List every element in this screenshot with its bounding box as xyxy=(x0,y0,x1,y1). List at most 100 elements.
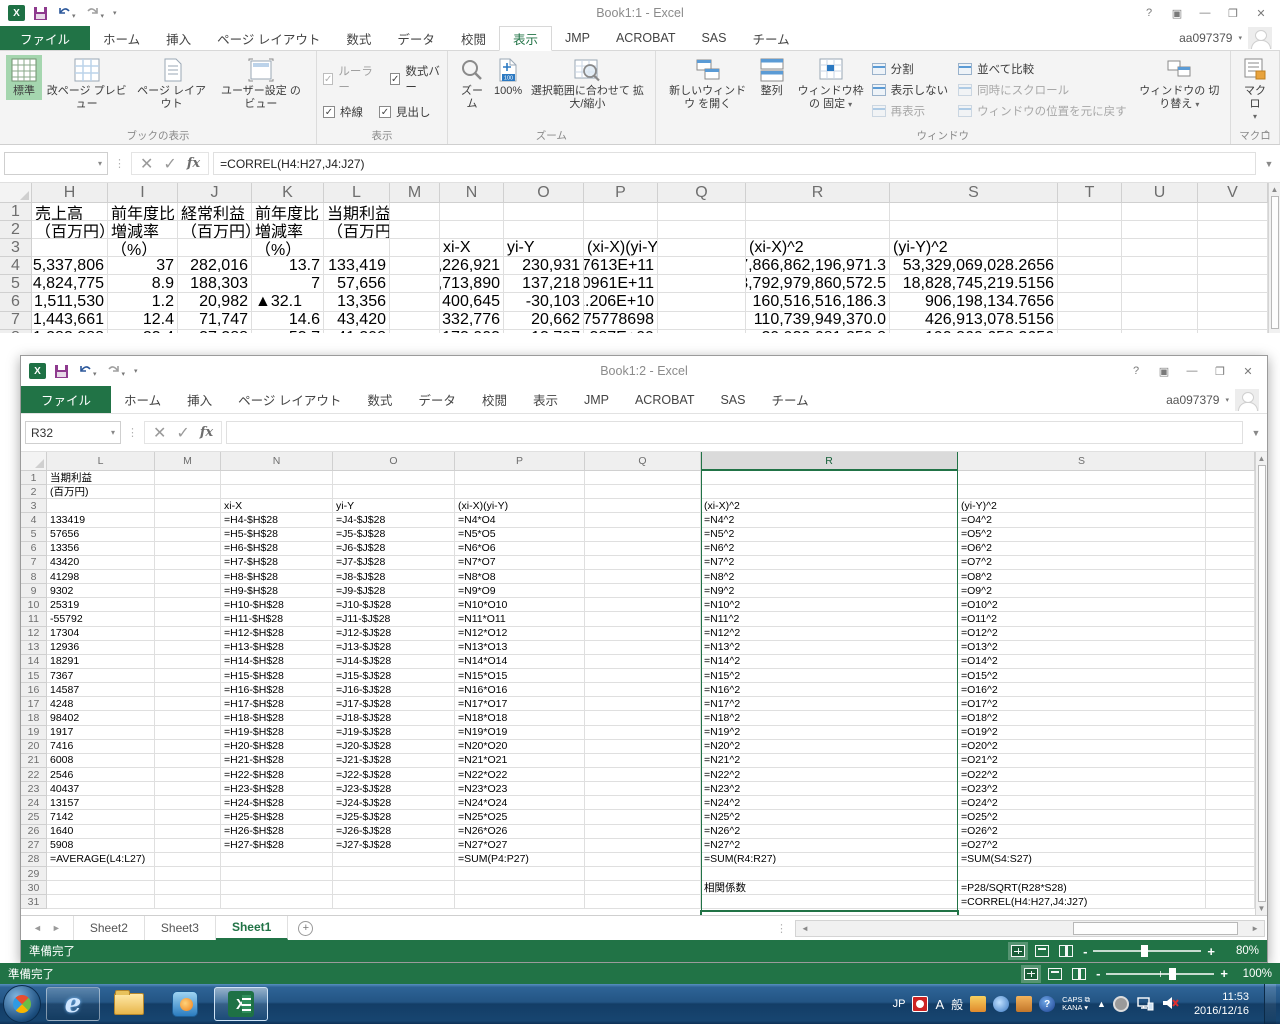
cell-V4[interactable] xyxy=(1198,257,1268,275)
cell-J5[interactable]: 188,303 xyxy=(178,275,252,293)
cell-28[interactable] xyxy=(1206,853,1255,867)
hide-button[interactable]: 表示しない xyxy=(872,82,949,98)
action-center-icon[interactable] xyxy=(1113,996,1129,1012)
cell-M4[interactable] xyxy=(155,513,221,527)
row-header-5[interactable]: 5 xyxy=(21,528,47,542)
cell-M5[interactable] xyxy=(155,528,221,542)
cell-M6[interactable] xyxy=(390,293,440,311)
cell-L3[interactable] xyxy=(47,499,155,513)
cell-O21[interactable]: =J21-$J$28 xyxy=(333,754,455,768)
enter-icon[interactable]: ✓ xyxy=(163,154,176,174)
w1-tab-10[interactable]: SAS xyxy=(688,26,739,50)
cell-L9[interactable]: 9302 xyxy=(47,584,155,598)
cell-L15[interactable]: 7367 xyxy=(47,669,155,683)
cell-R15[interactable]: =N15^2 xyxy=(701,669,958,683)
cell-P14[interactable]: =N14*O14 xyxy=(455,655,585,669)
cell-L26[interactable]: 1640 xyxy=(47,825,155,839)
name-box-dropdown-icon[interactable]: ▾ xyxy=(98,159,102,168)
cell-V5[interactable] xyxy=(1198,275,1268,293)
cell-O24[interactable]: =J24-$J$28 xyxy=(333,796,455,810)
cell-S30[interactable]: =P28/SQRT(R28*S28) xyxy=(958,881,1206,895)
page-layout-view-icon[interactable] xyxy=(1048,968,1062,980)
cell-M7[interactable] xyxy=(155,556,221,570)
cell-S29[interactable] xyxy=(958,867,1206,881)
cell-R10[interactable]: =N10^2 xyxy=(701,598,958,612)
cell-4[interactable] xyxy=(1206,513,1255,527)
cell-S5[interactable]: 18,828,745,219.5156 xyxy=(890,275,1058,293)
cell-9[interactable] xyxy=(1206,584,1255,598)
column-header-J[interactable]: J xyxy=(178,183,252,203)
cell-P6[interactable]: =N6*O6 xyxy=(455,542,585,556)
ribbon-display-options-button[interactable]: ▣ xyxy=(1151,361,1177,381)
cell-S25[interactable]: =O25^2 xyxy=(958,810,1206,824)
cell-K3[interactable]: （%） xyxy=(252,239,324,257)
cell-L6[interactable]: 13,356 xyxy=(324,293,390,311)
cell-O17[interactable]: =J17-$J$28 xyxy=(333,697,455,711)
cell-Q23[interactable] xyxy=(585,782,701,796)
cell-T7[interactable] xyxy=(1058,312,1122,330)
row-header-14[interactable]: 14 xyxy=(21,655,47,669)
unhide-button[interactable]: 再表示 xyxy=(872,103,949,119)
cell-K5[interactable]: 7 xyxy=(252,275,324,293)
cell-O31[interactable] xyxy=(333,895,455,909)
formula-bar-splitter[interactable]: ⋮ xyxy=(112,157,127,170)
cell-M19[interactable] xyxy=(155,726,221,740)
cell-17[interactable] xyxy=(1206,697,1255,711)
cell-N6[interactable]: =H6-$H$28 xyxy=(221,542,333,556)
cell-2[interactable] xyxy=(1206,485,1255,499)
column-header-M[interactable]: M xyxy=(390,183,440,203)
help-button[interactable]: ? xyxy=(1123,361,1149,381)
cell-O28[interactable] xyxy=(333,853,455,867)
undo-icon[interactable]: ▾ xyxy=(56,4,76,23)
cell-J8[interactable]: 37,288 xyxy=(178,330,252,333)
enter-icon[interactable]: ✓ xyxy=(176,423,189,443)
cell-O16[interactable]: =J16-$J$28 xyxy=(333,683,455,697)
cell-R5[interactable]: =N5^2 xyxy=(701,528,958,542)
cell-R13[interactable]: =N13^2 xyxy=(701,641,958,655)
cell-M15[interactable] xyxy=(155,669,221,683)
cell-Q1[interactable] xyxy=(585,471,701,485)
cell-L7[interactable]: 43420 xyxy=(47,556,155,570)
cell-Q18[interactable] xyxy=(585,711,701,725)
row-header-13[interactable]: 13 xyxy=(21,641,47,655)
cell-J1[interactable]: 経常利益 xyxy=(178,203,252,221)
cell-Q21[interactable] xyxy=(585,754,701,768)
cell-M29[interactable] xyxy=(155,867,221,881)
avatar[interactable] xyxy=(1248,27,1272,49)
user-account-2[interactable]: aa097379 ▾ xyxy=(1166,386,1267,413)
cell-Q15[interactable] xyxy=(585,669,701,683)
cell-L11[interactable]: -55792 xyxy=(47,612,155,626)
cell-S6[interactable]: =O6^2 xyxy=(958,542,1206,556)
zoom-out-icon[interactable]: - xyxy=(1096,966,1100,981)
cell-14[interactable] xyxy=(1206,655,1255,669)
cell-Q14[interactable] xyxy=(585,655,701,669)
macros-button[interactable]: マクロ ▾ xyxy=(1237,55,1273,123)
cell-P10[interactable]: =N10*O10 xyxy=(455,598,585,612)
cell-P4[interactable]: 9.7613E+11 xyxy=(584,257,658,275)
cell-S13[interactable]: =O13^2 xyxy=(958,641,1206,655)
cell-R17[interactable]: =N17^2 xyxy=(701,697,958,711)
cell-J7[interactable]: 71,747 xyxy=(178,312,252,330)
cell-O15[interactable]: =J15-$J$28 xyxy=(333,669,455,683)
cell-L2[interactable]: (百万円) xyxy=(47,485,155,499)
cell-K8[interactable]: 53.7 xyxy=(252,330,324,333)
formula-bar-expand-icon[interactable]: ▼ xyxy=(1247,428,1265,438)
cell-H7[interactable]: 1,443,661 xyxy=(32,312,108,330)
row-header-7[interactable]: 7 xyxy=(0,312,32,330)
cell-U4[interactable] xyxy=(1122,257,1198,275)
cell-V7[interactable] xyxy=(1198,312,1268,330)
cell-L2[interactable]: （百万円） xyxy=(324,221,390,239)
w1-tab-file[interactable]: ファイル xyxy=(0,26,90,50)
cell-N2[interactable] xyxy=(440,221,504,239)
cell-Q5[interactable] xyxy=(585,528,701,542)
scroll-right-icon[interactable]: ► xyxy=(1246,924,1264,933)
cell-S23[interactable]: =O23^2 xyxy=(958,782,1206,796)
page-layout-view-button[interactable]: ページ レイアウト xyxy=(131,55,212,112)
cell-P21[interactable]: =N21*O21 xyxy=(455,754,585,768)
cell-R5[interactable]: 13,792,979,860,572.5 xyxy=(746,275,890,293)
taskbar-file-explorer[interactable] xyxy=(102,987,156,1021)
w1-tab-1[interactable]: ホーム xyxy=(90,26,153,50)
w1-tab-4[interactable]: 数式 xyxy=(333,26,384,50)
synchronous-scrolling-button[interactable]: 同時にスクロール xyxy=(958,82,1127,98)
cell-Q1[interactable] xyxy=(658,203,746,221)
